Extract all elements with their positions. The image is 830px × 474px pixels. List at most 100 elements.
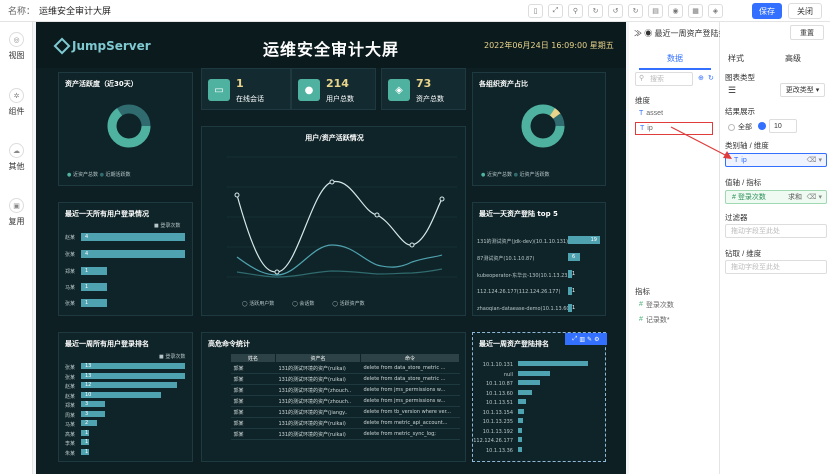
table-cell: 郭某: [230, 362, 276, 374]
view-icon: ◎: [9, 32, 24, 47]
result-count-radio[interactable]: [758, 122, 766, 130]
value-axis-field[interactable]: # 登录次数 求和 ⌫ ▾: [725, 190, 827, 204]
bar-label: 112.124.26.177(112.124.26.177): [477, 289, 561, 295]
eye-icon[interactable]: ◉: [668, 4, 683, 18]
user-login-day-card[interactable]: 最近一天所有用户登录情况 ■ 登录次数 赵某 4 张某 4 郑某 1 马某 1 …: [58, 202, 193, 316]
bar-label: 10.1.10.131: [482, 362, 513, 368]
legend-text: 会话数: [299, 301, 315, 307]
table-cell: delete from jms_permissions w...: [360, 395, 460, 407]
bar-label: 张某: [65, 301, 76, 307]
config-panel: 重置 样式 高级 图表类型 ☰ 更改类型 ▾ 结果展示 全部 10 类别轴 / …: [720, 22, 830, 474]
column-header: 命令: [360, 353, 460, 363]
nav-other[interactable]: ☁ 其他: [0, 143, 33, 172]
bar: 6: [568, 253, 580, 261]
refresh-icon[interactable]: ↻: [588, 4, 603, 18]
tab-advanced[interactable]: 高级: [785, 53, 801, 64]
layers-icon[interactable]: ◈: [708, 4, 723, 18]
nav-label: 其他: [8, 162, 25, 171]
grid-icon[interactable]: ▦: [688, 4, 703, 18]
tab-style[interactable]: 样式: [728, 53, 744, 64]
table-row: 郭某 131的测试环境的资产(jiangy.. delete from tb_ver…: [230, 406, 460, 418]
nav-reuse[interactable]: ▣ 复用: [0, 198, 33, 227]
delete-icon[interactable]: ⌫ ▾: [807, 156, 822, 164]
legend-item: ◯ 会话数: [292, 301, 315, 307]
dashboard-name[interactable]: 运维安全审计大屏: [39, 4, 111, 17]
bar: 1: [81, 299, 107, 307]
asset-week-card[interactable]: 最近一周资产登陆排名 ⤢ ▥ ✎ ⚙ 10.1.10.131 null 10.1.10.8…: [472, 332, 607, 462]
select-value: 更改类型: [785, 87, 814, 94]
bar: 1: [81, 439, 89, 445]
collapse-icon[interactable]: ≫: [634, 29, 642, 38]
line-chart: [227, 156, 457, 278]
edit-icon[interactable]: ✎: [587, 336, 592, 343]
drill-dropzone[interactable]: 拖动字段至此处: [725, 260, 827, 274]
bar: 1: [81, 267, 107, 275]
fullscreen-icon[interactable]: ⤢: [548, 4, 563, 18]
platform-ratio-card[interactable]: 各组织资产占比 ● 近资产总数 ● 近资产活跃数: [472, 72, 606, 186]
card-title: 最近一周资产登陆排名: [479, 340, 549, 348]
close-button[interactable]: 关闭: [788, 3, 822, 19]
activity-line-card[interactable]: 用户/资产活跃情况 ◯ 活跃用户数 ◯ 会话数 ◯ 活跃资产数: [201, 126, 466, 316]
search-icon: ⚲: [639, 75, 645, 82]
danger-command-card[interactable]: 高危命令统计 姓名 资产名 命令 郭某 131的测试环境的资产(ruikai) dele…: [201, 332, 466, 462]
mobile-icon[interactable]: ▯: [528, 4, 543, 18]
nav-label: 组件: [8, 107, 25, 116]
expand-icon[interactable]: ⤢: [573, 335, 578, 343]
legend-text: 活跃资产数: [339, 301, 365, 307]
card-title: 各组织资产占比: [479, 80, 528, 88]
bar-label: 张某: [65, 252, 76, 258]
category-axis-field[interactable]: Tip ⌫ ▾: [725, 153, 827, 167]
user-login-week-card[interactable]: 最近一周所有用户登录排名 ■ 登录次数 张某 13 张某 13 赵某 12 赵某 10 郑某 3 周…: [58, 332, 193, 462]
bar-label: 10.1.13.235: [482, 419, 513, 425]
table-cell: 131的测试环境的资产(jiangy..: [275, 406, 361, 418]
search-icon[interactable]: ⚲: [568, 4, 583, 18]
asset-activity-card[interactable]: 资产活跃度（近30天） ● 近资产总数 ● 近期活跃数: [58, 72, 193, 186]
metric-field[interactable]: # 登录次数: [635, 298, 713, 311]
table-cell: 131的测试环境的资产(zhouch..: [275, 395, 361, 407]
save-button[interactable]: 保存: [752, 3, 782, 19]
annotation-arrow: [670, 126, 732, 159]
bar-label: 10.1.13.60: [485, 390, 513, 397]
value-axis-label: 值轴 / 指标: [725, 178, 762, 187]
filter-dropzone[interactable]: 拖动字段至此处: [725, 224, 827, 238]
tab-data[interactable]: 数据: [639, 53, 711, 70]
legend-item: 近资产总数: [72, 172, 98, 178]
data-panel: ≫ ◉ 最近一周资产登陆排名 数据 搜索 ⚲ ⊕ ↻ 维度 Tasset Tip…: [629, 22, 734, 474]
refresh-icon[interactable]: ↻: [708, 74, 714, 82]
chevron-icon: ◉: [644, 29, 653, 38]
stat-value: 1: [236, 77, 244, 90]
bar-label: 131的测试资产(jdk-dev)(10.1.10.131): [477, 239, 569, 245]
field-name: ip: [647, 125, 653, 132]
redo-icon[interactable]: ↻: [628, 4, 643, 18]
document-icon[interactable]: ▤: [648, 4, 663, 18]
dimension-field[interactable]: Tasset: [635, 107, 713, 120]
chart-icon[interactable]: ▥: [579, 336, 585, 343]
undo-icon[interactable]: ↺: [608, 4, 623, 18]
reset-button[interactable]: 重置: [790, 25, 824, 40]
table-cell: 郭某: [230, 384, 276, 396]
metric-field[interactable]: # 记录数*: [635, 313, 713, 326]
add-icon[interactable]: ⊕: [698, 74, 704, 82]
count-input[interactable]: 10: [769, 119, 797, 133]
donut-chart: [521, 104, 565, 148]
nav-view[interactable]: ◎ 视图: [0, 32, 33, 61]
other-icon: ☁: [9, 143, 24, 158]
aggregation: 求和: [788, 194, 802, 201]
bar: [518, 446, 522, 452]
table-cell: 131的测试环境的资产(zhouch..: [275, 384, 361, 396]
table-cell: 郭某: [230, 417, 276, 429]
table-cell: delete from jms_permissions w...: [360, 384, 460, 396]
stat-value: 214: [326, 77, 349, 90]
asset-top5-card[interactable]: 最近一天资产登陆 top 5 131的测试资产(jdk-dev)(10.1.10…: [472, 202, 606, 316]
card-title: 最近一周所有用户登录排名: [65, 340, 149, 348]
layers-icon: ◈: [388, 79, 410, 101]
settings-icon[interactable]: ⚙: [594, 336, 599, 343]
dashboard-canvas: JumpServer 运维安全审计大屏 2022年06月24日 16:09:00…: [36, 22, 626, 474]
field-name: 登录次数: [737, 194, 766, 201]
bar: [518, 370, 550, 376]
bar: [518, 408, 524, 414]
nav-component[interactable]: ✲ 组件: [0, 88, 33, 117]
result-label: 结果展示: [725, 107, 755, 116]
delete-icon[interactable]: ⌫ ▾: [807, 193, 822, 201]
change-type-select[interactable]: 更改类型 ▾: [780, 83, 825, 97]
